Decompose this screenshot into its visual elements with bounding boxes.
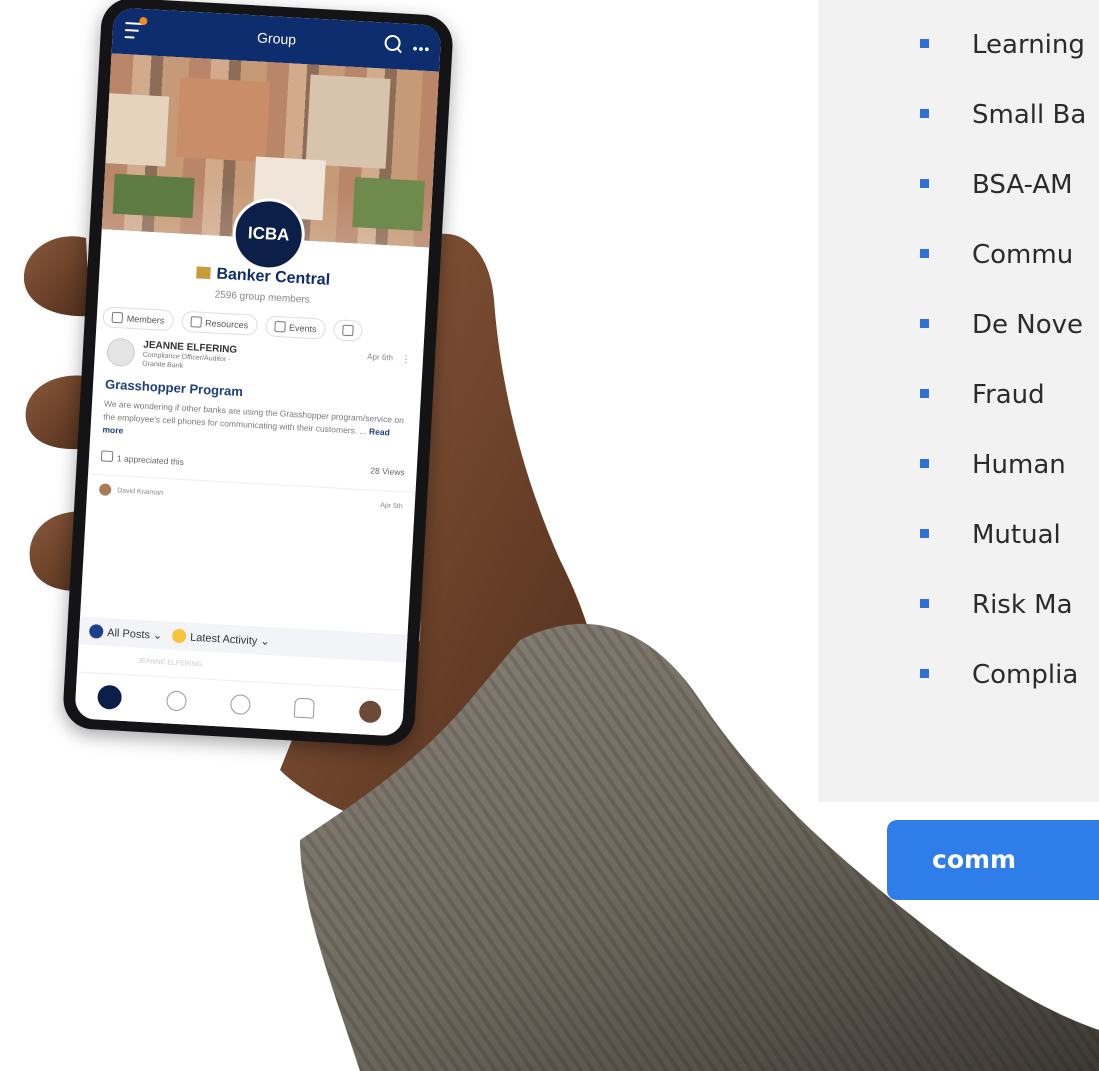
calendar-icon — [273, 320, 286, 333]
sort-icon — [171, 628, 187, 644]
filter-icon — [88, 623, 104, 639]
members-icon — [111, 311, 124, 324]
bottom-nav — [74, 671, 405, 737]
avatar[interactable] — [106, 337, 136, 368]
more-icon[interactable]: ••• — [412, 40, 431, 57]
post-author-row: JEANNE ELFERING Compliance Officer/Audit… — [106, 337, 412, 384]
appreciate-button[interactable]: 1 appreciated this — [100, 450, 185, 467]
building-shape — [175, 77, 271, 163]
resources-icon — [189, 316, 202, 328]
bank-icon — [196, 266, 211, 280]
feed-filter-bar: All Posts ⌄ Latest Activity ⌄ — [78, 616, 408, 663]
tree-shape — [352, 177, 425, 231]
post-date: Apr 6th — [366, 352, 394, 363]
building-shape — [305, 74, 391, 169]
home-icon[interactable] — [97, 684, 123, 710]
post-meta: 1 appreciated this 28 Views — [100, 450, 405, 479]
cover-photo: ICBA — [101, 53, 440, 273]
chat-icon[interactable] — [165, 690, 187, 712]
avatar[interactable] — [98, 483, 112, 496]
tree-shape — [112, 173, 195, 219]
kebab-menu-icon[interactable]: ⋮ — [401, 354, 412, 366]
tab-more[interactable] — [332, 319, 364, 342]
megaphone-icon — [342, 324, 354, 337]
building-shape — [105, 93, 170, 167]
profile-icon[interactable] — [358, 700, 382, 724]
phone-device: Group ••• ICBA Banker Central 2596 group… — [61, 0, 455, 748]
bell-icon[interactable] — [294, 697, 316, 719]
views-count: 28 Views — [370, 465, 405, 478]
phone-screen: Group ••• ICBA Banker Central 2596 group… — [74, 7, 442, 737]
finger-shape — [23, 236, 90, 317]
post-card[interactable]: JEANNE ELFERING Compliance Officer/Audit… — [89, 327, 424, 480]
filter-latest-activity[interactable]: Latest Activity ⌄ — [171, 628, 270, 648]
tab-members[interactable]: Members — [102, 306, 174, 332]
add-icon[interactable] — [229, 693, 251, 716]
tab-resources[interactable]: Resources — [180, 310, 258, 336]
next-post-author-row: David Kraiman Apr 5th — [87, 483, 415, 513]
filter-all-posts[interactable]: All Posts ⌄ — [88, 623, 163, 642]
tab-events[interactable]: Events — [264, 315, 327, 340]
search-icon[interactable] — [384, 34, 402, 52]
cta-button[interactable]: comm — [887, 820, 1099, 900]
thumbs-up-icon — [100, 450, 114, 463]
ghost-author: JEANNE ELFERING — [137, 657, 203, 669]
